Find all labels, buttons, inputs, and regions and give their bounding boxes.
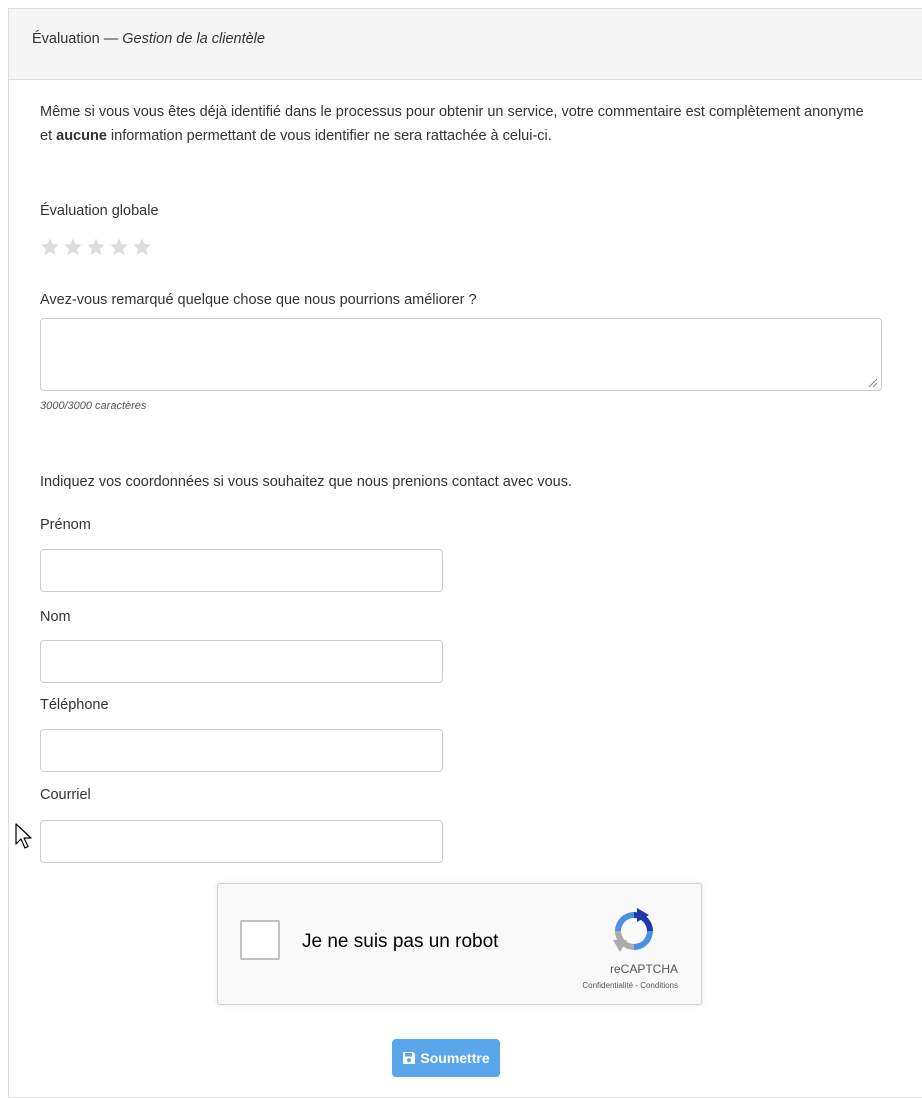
contact-prompt: Indiquez vos coordonnées si vous souhait… (40, 474, 573, 490)
panel-heading: Évaluation — Gestion de la clientèle (9, 9, 922, 80)
recaptcha-links: Confidentialité - Conditions (508, 981, 678, 990)
last-name-input[interactable] (40, 640, 443, 683)
recaptcha-privacy-link[interactable]: Confidentialité (582, 981, 633, 990)
recaptcha-widget: Je ne suis pas un robot reCAPTCHA Confid… (217, 883, 702, 1005)
phone-input[interactable] (40, 729, 443, 772)
resize-grip-icon[interactable] (866, 376, 878, 388)
star-icon[interactable] (63, 237, 83, 257)
recaptcha-logo-icon (613, 908, 653, 952)
last-name-label: Nom (40, 609, 71, 625)
improvement-textarea[interactable] (40, 318, 882, 391)
email-input[interactable] (40, 820, 443, 863)
star-icon[interactable] (109, 237, 129, 257)
submit-button[interactable]: Soumettre (392, 1039, 500, 1077)
character-counter: 3000/3000 caractères (40, 400, 147, 412)
anonymity-notice-text-2: information permettant de vous identifie… (106, 128, 552, 144)
anonymity-notice: Même si vous vous êtes déjà identifié da… (40, 100, 875, 148)
panel-subtitle: Gestion de la clientèle (122, 31, 265, 47)
submit-label: Soumettre (420, 1050, 490, 1066)
improvement-label: Avez-vous remarqué quelque chose que nou… (40, 292, 477, 308)
recaptcha-brand: reCAPTCHA (609, 962, 678, 976)
panel-title-separator: — (99, 31, 123, 47)
first-name-label: Prénom (40, 517, 91, 533)
first-name-input[interactable] (40, 549, 443, 592)
anonymity-notice-emphasis: aucune (56, 128, 107, 144)
star-icon[interactable] (86, 237, 106, 257)
star-icon[interactable] (40, 237, 60, 257)
recaptcha-checkbox[interactable] (240, 920, 280, 960)
rating-label: Évaluation globale (40, 203, 159, 219)
email-label: Courriel (40, 787, 91, 803)
star-icon[interactable] (132, 237, 152, 257)
recaptcha-terms-link[interactable]: Conditions (640, 981, 678, 990)
panel-title: Évaluation (32, 31, 100, 47)
recaptcha-label: Je ne suis pas un robot (302, 931, 499, 952)
mouse-cursor-icon (15, 823, 32, 849)
star-rating[interactable] (40, 237, 152, 257)
phone-label: Téléphone (40, 697, 109, 713)
save-icon (403, 1052, 416, 1064)
